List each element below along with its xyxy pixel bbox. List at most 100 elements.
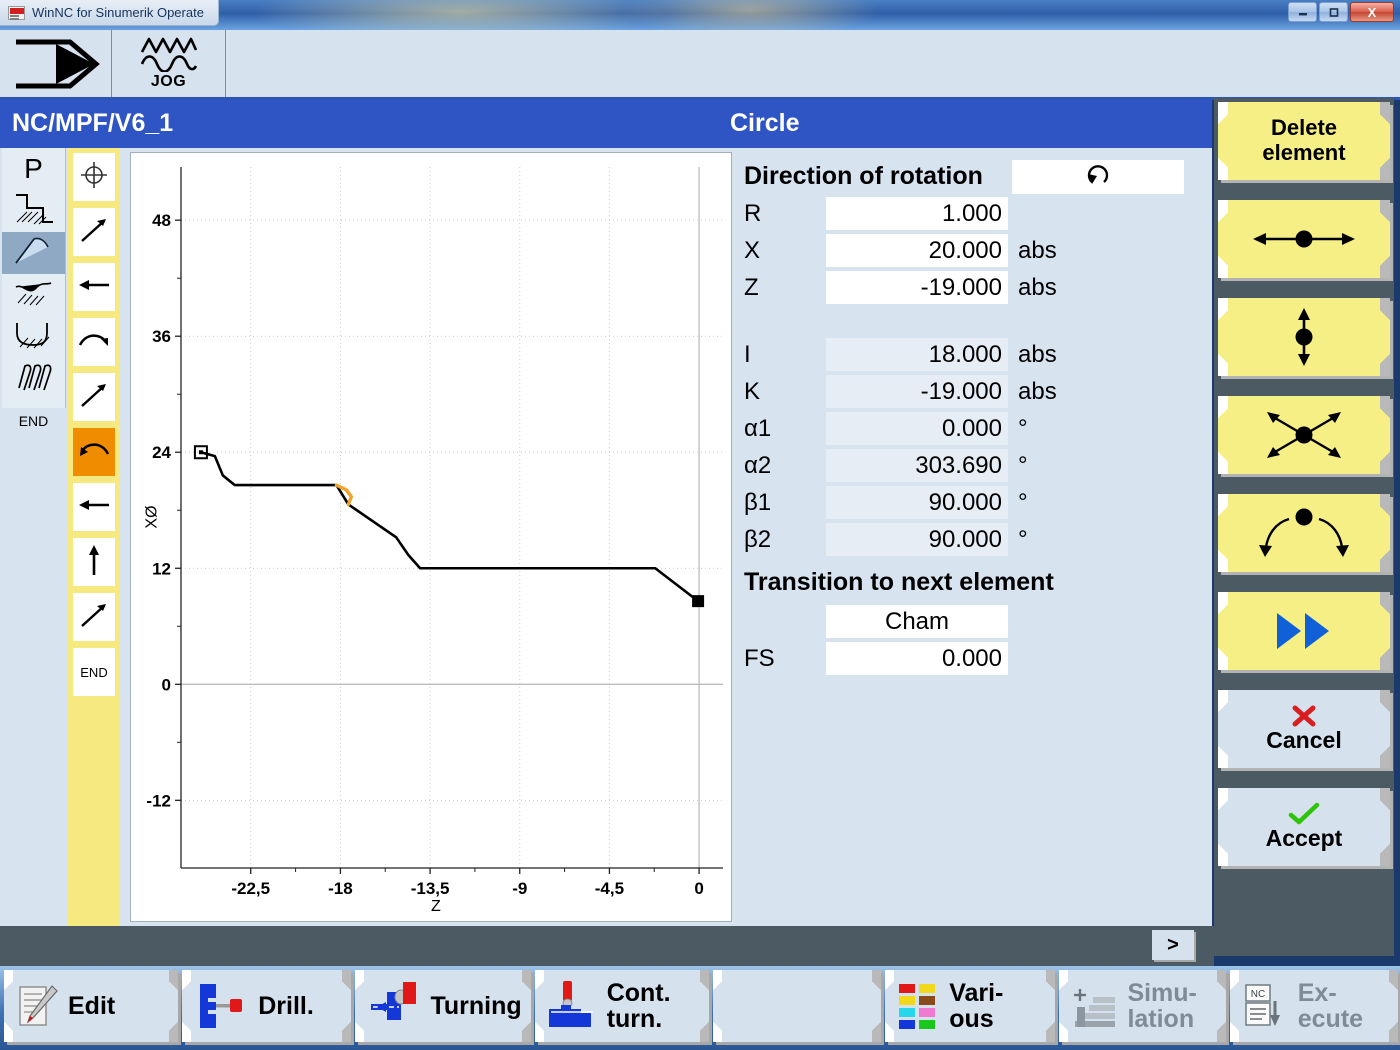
drill-icon [194,980,250,1032]
field-label-r: R [744,199,762,227]
move-vertical-button[interactable] [1218,298,1390,376]
field-value-x[interactable]: 20.000 [826,234,1008,267]
minimize-button[interactable] [1288,2,1317,22]
green-check-icon [1287,802,1321,826]
element-line-up[interactable] [72,537,116,587]
form-spacer [744,306,1200,336]
empty-softkey[interactable] [712,970,882,1042]
cont-turn-icon [547,979,599,1033]
type-item-taper[interactable] [2,232,84,274]
rotation-value-field[interactable] [1012,159,1184,194]
accept-label: Accept [1265,825,1343,852]
type-item-point[interactable]: P [2,148,65,190]
element-line-left-2[interactable] [72,482,116,532]
drill-button[interactable]: Drill. [182,970,351,1042]
svg-text:0: 0 [694,879,703,898]
various-button[interactable]: Vari-ous [885,970,1056,1042]
svg-text:36: 36 [152,327,171,346]
field-row-alpha2: α2 303.690 ° [744,447,1200,484]
next-softkey-page-button[interactable]: > [1152,930,1194,960]
element-line-diagonal-1[interactable] [72,207,116,257]
field-value-transition-type[interactable]: Cham [826,605,1008,638]
line-diagonal-icon [78,215,110,250]
groove-icon [13,319,55,356]
contour-element-list: END [68,148,120,926]
accept-button[interactable]: Accept [1218,788,1390,866]
field-row-beta2: β2 90.000 ° [744,521,1200,558]
type-item-groove[interactable] [2,316,65,358]
turning-icon [367,980,423,1032]
field-value-beta2[interactable]: 90.000 [826,523,1008,556]
simulation-button[interactable]: Simu-lation [1059,970,1227,1042]
rotation-ccw-icon [1083,161,1113,192]
element-start-point[interactable] [72,152,116,202]
field-row-x: X 20.000 abs [744,232,1200,269]
forward-button[interactable] [1218,592,1390,670]
svg-text:48: 48 [152,211,171,230]
element-type-column: P END [2,148,84,429]
simulation-icon [1071,983,1119,1029]
type-item-thread[interactable] [2,358,65,400]
field-unit-k: abs [1018,377,1057,405]
field-value-alpha1[interactable]: 0.000 [826,412,1008,445]
y-axis-label: XØ [143,505,161,529]
execute-button[interactable]: NC Ex-ecute [1229,970,1399,1042]
type-item-straight-step[interactable] [2,190,65,232]
contour-plot: -12 0 12 24 36 48 -22,5 -18 -13,5 -9 -4,5 0 [146,167,723,898]
field-value-r[interactable]: 1.000 [826,197,1008,230]
move-diagonal-button[interactable] [1218,396,1390,474]
field-label-x: X [744,236,761,264]
delete-element-button[interactable]: Delete element [1218,102,1390,180]
type-item-end[interactable]: END [2,400,65,442]
move-horizontal-button[interactable] [1218,200,1390,278]
arrows-vertical-icon [1284,306,1324,368]
edit-button[interactable]: Edit [4,970,179,1042]
field-value-i[interactable]: 18.000 [826,338,1008,371]
machine-area-icon [10,38,102,90]
window-controls: X [1288,2,1394,22]
arrows-arc-icon [1249,505,1359,561]
turning-button[interactable]: Turning [354,970,531,1042]
various-grid-icon [897,981,941,1031]
close-button[interactable]: X [1350,2,1394,22]
point-icon: P [24,153,43,184]
window-title-bar: WinNC for Sinumerik Operate X [0,0,1400,30]
maximize-button[interactable] [1319,2,1348,22]
field-value-z[interactable]: -19.000 [826,271,1008,304]
field-row-i: I 18.000 abs [744,336,1200,373]
field-value-fs[interactable]: 0.000 [826,642,1008,675]
straight-step-icon [13,192,55,231]
element-line-diagonal-2[interactable] [72,372,116,422]
svg-text:-13,5: -13,5 [411,879,450,898]
element-line-left-1[interactable] [72,262,116,312]
close-icon: X [1367,4,1377,20]
element-line-diagonal-3[interactable] [72,592,116,642]
field-label-fs: FS [744,644,775,672]
field-label-alpha2: α2 [744,451,772,479]
svg-text:-22,5: -22,5 [231,879,270,898]
field-value-beta1[interactable]: 90.000 [826,486,1008,519]
delete-element-label: Delete element [1262,115,1346,165]
element-arc-ccw-selected[interactable] [72,427,116,477]
cancel-button[interactable]: Cancel [1218,690,1390,768]
type-item-undercut[interactable] [2,274,82,316]
field-value-alpha2[interactable]: 303.690 [826,449,1008,482]
svg-text:-4,5: -4,5 [595,879,624,898]
svg-text:12: 12 [152,559,171,578]
rotation-label: Direction of rotation [744,162,983,190]
horizontal-softkey-bar: Edit Drill. Turning Cont. turn. Vari- ou… [0,966,1400,1050]
field-value-k[interactable]: -19.000 [826,375,1008,408]
field-label-alpha1: α1 [744,414,772,442]
cont-turn-button[interactable]: Cont. turn. [534,970,710,1042]
rotate-button[interactable] [1218,494,1390,572]
field-label-beta2: β2 [744,525,772,553]
field-row-z: Z -19.000 abs [744,269,1200,306]
titlebar-glow-secondary [620,0,880,30]
transition-title: Transition to next element [744,568,1054,596]
element-end[interactable]: END [72,647,116,697]
jog-wave-icon [138,36,200,72]
operating-mode-jog-button[interactable]: JOG [112,30,226,97]
element-arc-cw[interactable] [72,317,116,367]
start-point-icon [79,160,109,195]
machine-area-button[interactable] [0,30,112,97]
